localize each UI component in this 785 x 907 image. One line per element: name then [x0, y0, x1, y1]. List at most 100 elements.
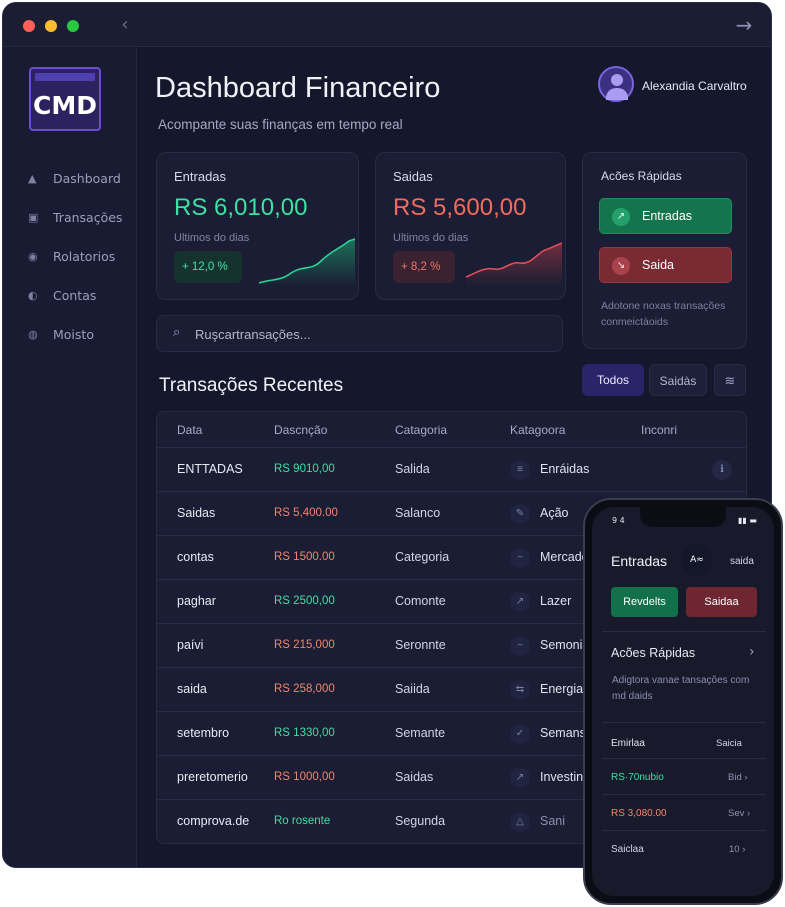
cell-amount: RS 1330,00 [274, 727, 335, 739]
entradas-card: Entradas RS 6,010,00 Ultimos do dias + 1… [156, 152, 359, 300]
cell-amount: RS 258,000 [274, 683, 335, 695]
phone-red-button[interactable]: Saidaa [686, 587, 757, 617]
cell-categoria: Salanco [395, 506, 441, 520]
quick-actions-title: Acões Rápidas [601, 169, 682, 183]
sidebar-item-label: Moisto [53, 327, 94, 342]
cell-categoria: Salida [395, 462, 430, 476]
entradas-amount: RS 6,010,00 [174, 194, 308, 221]
quick-actions-note: Adotone noxas transações conmeictàoids [601, 300, 726, 328]
check-icon: ✓ [510, 724, 530, 744]
chevron-left-icon[interactable]: ‹ [115, 15, 135, 35]
column-header-inconri[interactable]: Inconri [641, 423, 677, 437]
trend-icon: ↗ [510, 592, 530, 612]
phone-list-item[interactable]: RS·70nubio [611, 772, 664, 783]
cell-data: paívi [177, 638, 204, 652]
quick-actions-card: Acões Rápidas ↗ Entradas ↘ Saida Adotone… [582, 152, 747, 349]
page-subtitle: Acompante suas finanças em tempo real [158, 117, 403, 132]
phone-list-header-right: Saicia [716, 738, 742, 749]
entradas-label: Entradas [174, 169, 227, 184]
cell-categoria: Segunda [395, 814, 446, 828]
cell-data: Saidas [177, 506, 216, 520]
cell-katagoora: Ação [540, 506, 569, 520]
user-name[interactable]: Alexandia Carvaltro [642, 79, 747, 93]
phone-green-button[interactable]: Revdelts [611, 587, 678, 617]
cell-data: ENTTADAS [177, 462, 243, 476]
phone-list-item[interactable]: Saiclaa [611, 844, 644, 855]
column-header-categoria[interactable]: Catagoria [395, 423, 447, 437]
cell-categoria: Comonte [395, 594, 446, 608]
phone-notch [640, 507, 726, 527]
cell-categoria: Categoria [395, 550, 450, 564]
sidebar-item-relatorios[interactable]: ◉ Rolatorios [3, 243, 137, 273]
column-header-descricao[interactable]: Dascnção [274, 423, 327, 437]
saidas-amount: RS 5,600,00 [393, 194, 527, 221]
cell-amount: RS 1500.00 [274, 551, 335, 563]
expense-icon: ↘ [612, 257, 630, 275]
minimize-window-button[interactable] [45, 20, 57, 32]
table-row[interactable]: ENTTADAS RS 9010,00 Salida ≡ Enráidas ℹ [157, 447, 746, 491]
cell-amount: RS 1000,00 [274, 771, 335, 783]
info-icon[interactable]: ℹ [712, 460, 732, 480]
entradas-sparkline [259, 238, 355, 287]
sidebar-item-label: Rolatorios [53, 249, 116, 264]
signal-icon: ▮▮ ▬ [738, 516, 757, 525]
avatar-head [611, 74, 623, 86]
filter-todos-button[interactable]: Todos [582, 364, 644, 396]
quick-entradas-label: Entradas [642, 209, 693, 223]
app-logo[interactable]: CMD [29, 67, 101, 131]
column-header-katagoora[interactable]: Katagoora [510, 423, 565, 437]
saidas-sparkline [466, 242, 562, 287]
phone-list-item[interactable]: RS 3,080.00 [611, 808, 667, 819]
avatar[interactable] [598, 66, 634, 102]
home-icon: ▲ [28, 172, 37, 185]
cell-data: contas [177, 550, 214, 564]
phone-screen: 9 4 ▮▮ ▬ Entradas A≈ saida Revdelts Said… [592, 507, 774, 896]
quick-saida-button[interactable]: ↘ Saida [599, 247, 732, 283]
transactions-title: Transações Recentes [159, 375, 344, 396]
cell-categoria: Seronnte [395, 638, 446, 652]
phone-list-item-meta: Sev › [728, 808, 751, 819]
phone-title: Entradas [611, 553, 668, 569]
wave-icon: ~ [510, 548, 530, 568]
title-bar: ‹ → [3, 3, 771, 47]
cell-katagoora: Semans [540, 726, 586, 740]
search-input[interactable] [195, 325, 535, 343]
quick-entradas-button[interactable]: ↗ Entradas [599, 198, 732, 234]
divider [602, 722, 766, 723]
chevron-right-icon[interactable]: › [749, 644, 755, 660]
search-icon: ⌕ [173, 325, 181, 340]
divider [602, 830, 766, 831]
cell-katagoora: Lazer [540, 594, 572, 608]
phone-quick-note: Adigtora vanae tansações com md daids [612, 675, 750, 702]
cell-katagoora: Sani [540, 814, 566, 828]
column-header-data[interactable]: Data [177, 423, 202, 437]
refresh-icon: ⇆ [510, 680, 530, 700]
sidebar-item-dashboard[interactable]: ▲ Dashboard [3, 165, 137, 195]
cell-data: setembro [177, 726, 230, 740]
cell-katagoora: Energia [540, 682, 584, 696]
bell-icon: △ [510, 812, 530, 832]
divider [602, 758, 766, 759]
wave-icon: ~ [510, 636, 530, 656]
sidebar-item-moisto[interactable]: ◍ Moisto [3, 321, 137, 351]
phone-saida-link[interactable]: saida [730, 556, 754, 567]
filter-options-icon[interactable]: ≋ [714, 364, 746, 396]
maximize-window-button[interactable] [67, 20, 79, 32]
entradas-change-badge: + 12,0 % [174, 251, 242, 283]
phone-action-circle[interactable]: A≈ [681, 544, 713, 576]
search-bar[interactable]: ⌕ [156, 315, 563, 352]
cell-amount: RS 9010,00 [274, 463, 335, 475]
arrow-right-icon[interactable]: → [733, 15, 755, 35]
cell-katagoora: Investin [540, 770, 584, 784]
phone-list-item-meta: 10 › [729, 844, 746, 855]
quick-saida-label: Saida [642, 258, 674, 272]
page-title: Dashboard Financeiro [155, 72, 441, 104]
sidebar-item-transacoes[interactable]: ▣ Transações [3, 204, 137, 234]
list-icon: ≡ [510, 460, 530, 480]
cell-data: saida [177, 682, 207, 696]
accounts-icon: ◐ [28, 289, 38, 302]
close-window-button[interactable] [23, 20, 35, 32]
calendar-icon: ▣ [28, 211, 39, 224]
filter-saidas-button[interactable]: Saidàs [649, 364, 707, 396]
sidebar-item-contas[interactable]: ◐ Contas [3, 282, 137, 312]
